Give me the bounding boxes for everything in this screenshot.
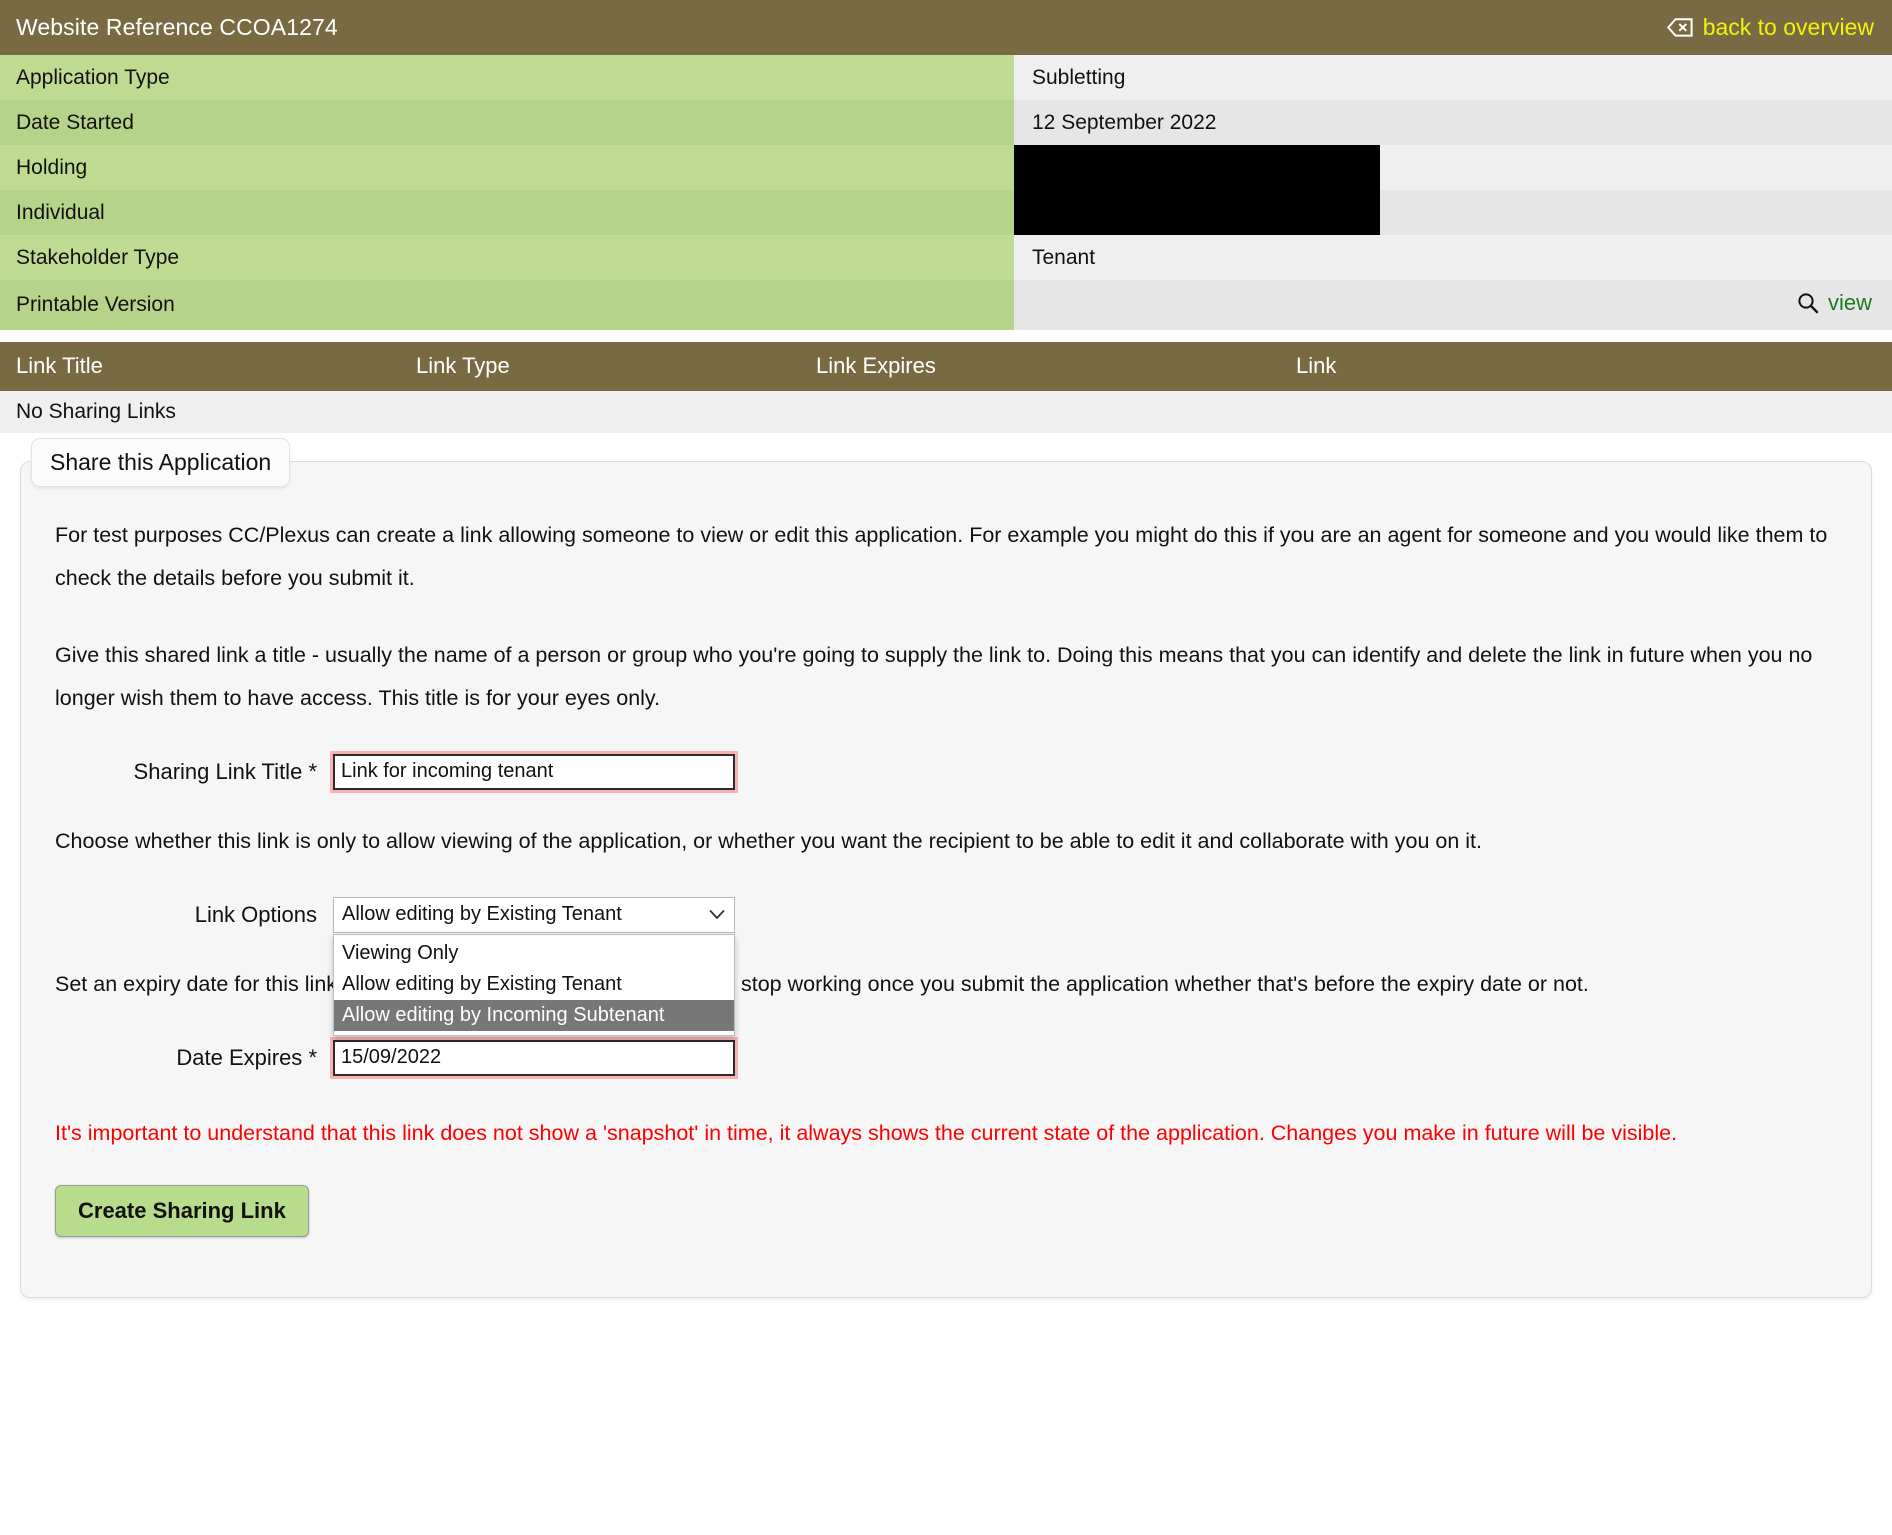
link-options-row: Link Options Allow editing by Existing T… [55,896,1837,1036]
table-row: Date Started 12 September 2022 [0,100,1892,145]
title-paragraph: Give this shared link a title - usually … [55,642,1813,710]
date-expires-label-text: Date Expires [176,1044,303,1070]
page-title: Website Reference CCOA1274 [16,14,338,40]
link-options-item-incoming-subtenant[interactable]: Allow editing by Incoming Subtenant [334,999,734,1031]
expiry-paragraph-start: Set an expiry date for this link [55,971,338,996]
detail-label: Holding [0,145,1014,190]
column-header-link-expires: Link Expires [816,353,936,378]
share-application-panel: Share this Application For test purposes… [20,437,1872,1298]
back-to-overview-link[interactable]: back to overview [1666,14,1874,41]
detail-value-redacted [1014,190,1892,235]
column-header-link: Link [1296,353,1337,378]
back-to-overview-label: back to overview [1702,14,1874,40]
date-expires-input[interactable] [333,1039,735,1076]
sharing-links-header-row: Link Title Link Type Link Expires Link [0,341,1892,391]
sharing-links-table: Link Title Link Type Link Expires Link N… [0,341,1892,433]
link-options-item-existing-tenant[interactable]: Allow editing by Existing Tenant [334,969,734,1000]
table-row: Individual [0,190,1892,235]
sharing-links-empty-message: No Sharing Links [0,390,1892,433]
sharing-link-title-row: Sharing Link Title * [55,753,1837,790]
printable-version-cell: view [1014,280,1892,330]
search-icon [1797,292,1819,314]
table-row: Application Type Subletting [0,55,1892,100]
column-header-link-title: Link Title [16,353,103,378]
column-header-link-type: Link Type [416,353,510,378]
table-row: Stakeholder Type Tenant [0,235,1892,280]
link-options-dropdown-menu[interactable]: Viewing Only Allow editing by Existing T… [333,933,735,1036]
redaction-box [1014,190,1380,235]
app-header: Website Reference CCOA1274 back to overv… [0,0,1892,55]
detail-value: Subletting [1014,55,1892,100]
link-options-select[interactable]: Allow editing by Existing Tenant [333,896,735,933]
sharing-link-title-label-text: Sharing Link Title [133,758,303,784]
link-options-select-area: Allow editing by Existing Tenant Viewing… [333,896,735,1036]
intro-paragraph: For test purposes CC/Plexus can create a… [55,522,1828,590]
table-row: Holding [0,145,1892,190]
required-marker: * [308,1044,317,1070]
share-panel-legend: Share this Application [31,437,291,487]
link-options-label: Link Options [194,901,317,927]
options-paragraph: Choose whether this link is only to allo… [55,828,1482,853]
backspace-icon [1666,18,1693,37]
expiry-paragraph: Set an expiry date for this link e link … [55,963,1837,1006]
detail-value-redacted [1014,145,1892,190]
table-row: Printable Version view [0,280,1892,330]
detail-label: Date Started [0,100,1014,145]
chevron-down-icon [709,909,725,920]
redaction-box [1014,145,1380,190]
date-expires-label: Date Expires * [55,1045,333,1071]
detail-label: Application Type [0,55,1014,100]
sharing-link-title-label: Sharing Link Title * [55,759,333,785]
detail-label: Stakeholder Type [0,235,1014,280]
snapshot-warning-text: It's important to understand that this l… [55,1120,1678,1145]
detail-label: Individual [0,190,1014,235]
sharing-link-title-input[interactable] [333,753,735,790]
view-label: view [1827,290,1872,315]
link-options-item-viewing-only[interactable]: Viewing Only [334,938,734,969]
link-options-selected-value: Allow editing by Existing Tenant [342,903,622,925]
expiry-paragraph-end: e link will stop working once you submit… [649,971,1589,996]
required-marker: * [308,758,317,784]
date-expires-row: Date Expires * [55,1039,1837,1076]
create-sharing-link-button[interactable]: Create Sharing Link [55,1184,309,1237]
application-details-table: Application Type Subletting Date Started… [0,55,1892,330]
detail-label: Printable Version [0,280,1014,330]
detail-value: Tenant [1014,235,1892,280]
detail-value: 12 September 2022 [1014,100,1892,145]
view-printable-link[interactable]: view [1797,280,1872,325]
